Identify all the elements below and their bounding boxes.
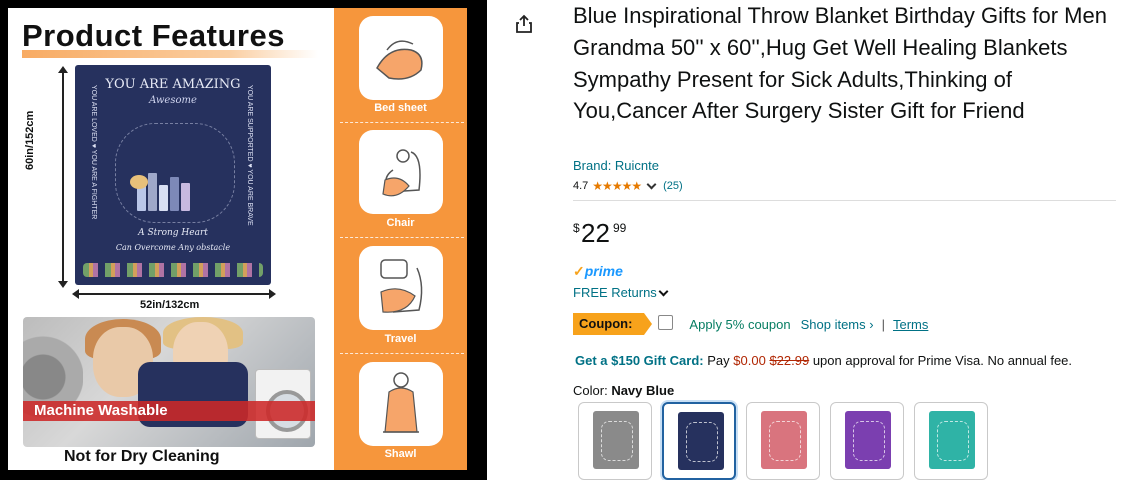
feature-divider [340, 237, 464, 238]
swatch-thumbnail [929, 411, 975, 469]
blanket-subheading: Awesome [149, 95, 197, 106]
blanket-flowers-border [83, 263, 263, 277]
swatch-gray[interactable] [578, 402, 652, 480]
price-whole: 22 [581, 218, 610, 248]
dry-clean-label: Not for Dry Cleaning [64, 448, 220, 465]
apply-coupon-label[interactable]: Apply 5% coupon [689, 317, 790, 332]
gift-card-new-price: $0.00 [733, 353, 766, 368]
review-count-link[interactable]: (25) [663, 180, 683, 192]
color-value: Navy Blue [611, 383, 675, 398]
travel-icon [359, 246, 443, 330]
share-icon[interactable] [514, 14, 534, 34]
washer-drum-graphic [23, 317, 83, 447]
chevron-down-icon [658, 286, 669, 296]
shawl-icon [359, 362, 443, 446]
terms-link[interactable]: Terms [893, 317, 928, 332]
separator: | [881, 316, 885, 332]
color-selector-label: Color: Navy Blue [573, 383, 674, 398]
chevron-down-icon[interactable] [646, 179, 657, 190]
rating-row: 4.7 ★★★★★ (25) [573, 179, 683, 193]
rating-value: 4.7 [573, 180, 589, 192]
star-rating-icon[interactable]: ★★★★★ [592, 179, 642, 193]
blanket-cat-graphic [130, 175, 148, 189]
swatch-thumbnail [845, 411, 891, 469]
shop-items-link[interactable]: Shop items › [801, 317, 874, 332]
free-returns-label: FREE Returns [573, 285, 657, 300]
price-currency: $ [573, 221, 580, 235]
gift-card-terms: upon approval for Prime Visa. No annual … [812, 353, 1073, 368]
washable-label: Machine Washable [34, 402, 168, 419]
gift-card-offer[interactable]: Get a $150 Gift Card: Pay $0.00 $22.99 u… [575, 353, 1072, 368]
free-returns-link[interactable]: FREE Returns [573, 285, 671, 300]
chair-icon [359, 130, 443, 214]
feature-label-chair: Chair [386, 217, 415, 229]
swatch-thumbnail [678, 412, 724, 470]
gift-card-headline: Get a $150 Gift Card: [575, 353, 704, 368]
coupon-row: Coupon: Apply 5% coupon Shop items › | T… [573, 313, 928, 335]
feature-label-shawl: Shawl [384, 448, 417, 460]
prime-label: prime [584, 263, 623, 279]
price-fraction: 99 [613, 221, 627, 235]
gift-card-pay: Pay [707, 353, 730, 368]
blanket-heading: YOU ARE AMAZING [105, 77, 241, 92]
blanket-illustration: YOU ARE AMAZING Awesome YOU ARE LOVED ♥ … [75, 65, 271, 285]
feature-divider [340, 353, 464, 354]
washing-photo [23, 317, 315, 447]
feature-label-travel: Travel [384, 333, 417, 345]
prime-badge[interactable]: ✓prime [573, 263, 623, 280]
width-dimension-label: 52in/132cm [140, 299, 200, 311]
swatch-thumbnail [593, 411, 639, 469]
blanket-overcome-line: Can Overcome Any obstacle [115, 243, 231, 252]
gift-card-old-price: $22.99 [769, 353, 810, 368]
blanket-right-text: YOU ARE SUPPORTED ♥ YOU ARE BRAVE [246, 85, 253, 226]
swatch-thumbnail [761, 411, 807, 469]
product-title: Blue Inspirational Throw Blanket Birthda… [573, 3, 1107, 124]
prime-check-icon: ✓ [573, 263, 585, 279]
bed-sheet-icon [359, 16, 443, 100]
blanket-left-text: YOU ARE LOVED ♥ YOU ARE A FIGHTER [90, 85, 97, 220]
divider [573, 200, 1116, 201]
product-image[interactable]: Product Features 60in/152cm YOU ARE AMAZ… [0, 0, 487, 480]
height-dimension-arrow [58, 66, 68, 288]
swatch-pink[interactable] [746, 402, 820, 480]
coupon-tag: Coupon: [573, 313, 653, 335]
image-title: Product Features [22, 18, 285, 53]
brand-link[interactable]: Brand: Ruicnte [573, 158, 659, 173]
feature-divider [340, 122, 464, 123]
color-label: Color: [573, 383, 608, 398]
width-dimension-arrow [72, 289, 276, 299]
swatch-navy[interactable] [662, 402, 736, 480]
coupon-checkbox[interactable] [658, 314, 674, 330]
height-dimension-label: 60in/152cm [24, 110, 36, 170]
blanket-strong-line: A Strong Heart [138, 228, 208, 238]
swatch-purple[interactable] [830, 402, 904, 480]
swatch-teal[interactable] [914, 402, 988, 480]
color-swatches [578, 402, 988, 480]
feature-label-bed-sheet: Bed sheet [374, 102, 427, 114]
